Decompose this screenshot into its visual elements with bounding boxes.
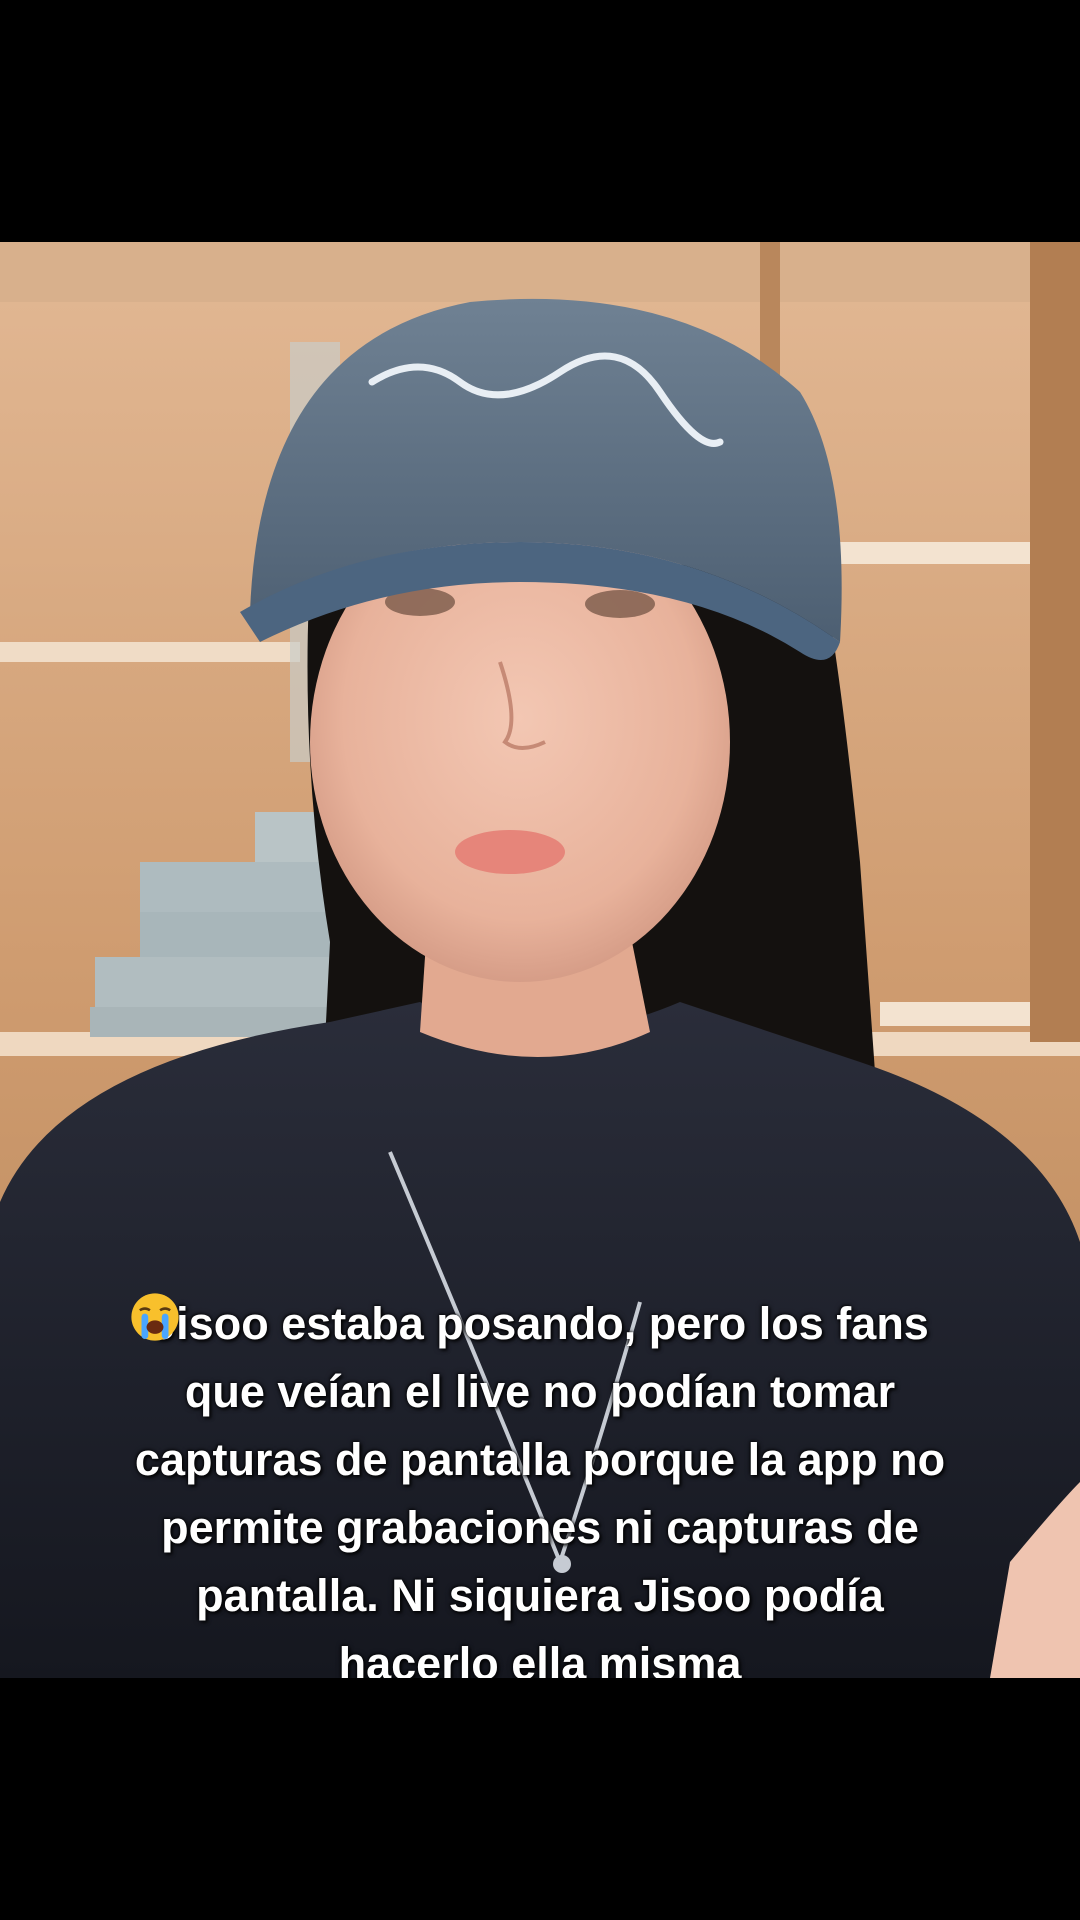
video-caption: Jisoo estaba posando, pero los fans que … — [120, 1290, 960, 1678]
loudly-crying-face-icon — [131, 1293, 179, 1341]
caption-text: Jisoo estaba posando, pero los fans que … — [134, 1298, 946, 1678]
video-screen[interactable]: Jisoo estaba posando, pero los fans que … — [0, 0, 1080, 1920]
video-frame[interactable]: Jisoo estaba posando, pero los fans que … — [0, 242, 1080, 1678]
letterbox-bottom — [0, 1678, 1080, 1920]
letterbox-top — [0, 0, 1080, 242]
